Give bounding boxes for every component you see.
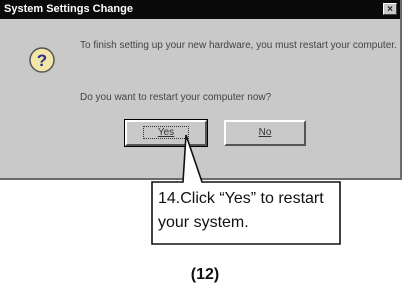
callout-instruction: 14.Click “Yes” to restart your system. — [158, 190, 324, 231]
callout-box — [151, 134, 341, 245]
page-number: (12) — [190, 266, 220, 283]
